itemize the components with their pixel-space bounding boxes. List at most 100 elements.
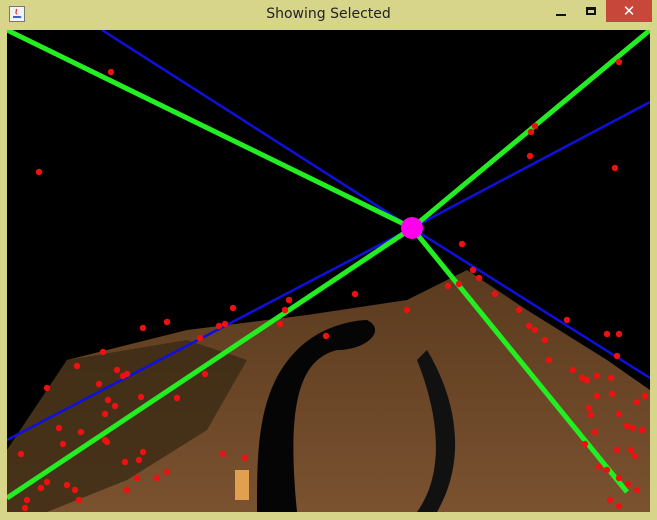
feature-point xyxy=(43,384,51,392)
image-viewport xyxy=(7,30,650,512)
feature-point xyxy=(35,168,43,176)
feature-point xyxy=(531,326,539,334)
vanishing-point-marker xyxy=(401,217,423,239)
feature-point xyxy=(633,486,641,494)
feature-point xyxy=(403,306,411,314)
green-line xyxy=(7,30,414,231)
feature-point xyxy=(285,296,293,304)
feature-point xyxy=(627,446,635,454)
feature-point xyxy=(103,438,111,446)
feature-point xyxy=(613,446,621,454)
feature-point xyxy=(541,336,549,344)
feature-point xyxy=(322,332,330,340)
feature-point xyxy=(77,428,85,436)
feature-point xyxy=(153,474,161,482)
feature-point xyxy=(104,396,112,404)
feature-point xyxy=(525,322,533,330)
feature-point xyxy=(545,356,553,364)
feature-point xyxy=(527,128,535,136)
feature-point xyxy=(569,366,577,374)
feature-point xyxy=(631,452,639,460)
minimize-icon xyxy=(556,14,566,16)
feature-point xyxy=(583,376,591,384)
feature-point xyxy=(593,372,601,380)
feature-point xyxy=(55,424,63,432)
feature-point xyxy=(623,422,631,430)
feature-point xyxy=(71,486,79,494)
feature-point xyxy=(613,352,621,360)
feature-point xyxy=(585,404,593,412)
feature-point xyxy=(515,306,523,314)
close-button[interactable]: ✕ xyxy=(606,0,652,22)
feature-point xyxy=(107,68,115,76)
feature-point xyxy=(444,282,452,290)
feature-point xyxy=(163,318,171,326)
feature-point xyxy=(629,424,637,432)
feature-point xyxy=(615,58,623,66)
feature-point xyxy=(221,320,229,328)
feature-point xyxy=(23,496,31,504)
feature-point xyxy=(593,392,601,400)
feature-point xyxy=(113,366,121,374)
feature-point xyxy=(469,266,477,274)
feature-point xyxy=(63,481,71,489)
maximize-button[interactable] xyxy=(577,0,605,22)
feature-point xyxy=(603,466,611,474)
feature-point xyxy=(73,362,81,370)
feature-point xyxy=(607,374,615,382)
feature-point xyxy=(17,450,25,458)
feature-point xyxy=(603,330,611,338)
feature-point xyxy=(563,316,571,324)
feature-point xyxy=(173,394,181,402)
feature-point xyxy=(121,458,129,466)
feature-point xyxy=(137,393,145,401)
feature-point xyxy=(595,463,603,471)
feature-point xyxy=(591,428,599,436)
feature-point xyxy=(633,398,641,406)
feature-point xyxy=(133,474,141,482)
feature-point xyxy=(491,290,499,298)
feature-point xyxy=(606,496,614,504)
feature-point xyxy=(43,478,51,486)
feature-point xyxy=(123,486,131,494)
feature-point xyxy=(581,440,589,448)
scene-canvas xyxy=(7,30,650,512)
feature-point xyxy=(526,152,534,160)
feature-point xyxy=(455,280,463,288)
feature-point xyxy=(531,122,539,130)
maximize-icon xyxy=(586,7,596,15)
feature-point xyxy=(608,390,616,398)
feature-point xyxy=(241,454,249,462)
app-window: Showing Selected ✕ xyxy=(0,0,657,520)
feature-point xyxy=(615,474,623,482)
feature-point xyxy=(229,304,237,312)
close-icon: ✕ xyxy=(622,2,636,20)
feature-point xyxy=(615,502,623,510)
feature-point xyxy=(135,456,143,464)
feature-point xyxy=(458,240,466,248)
feature-point xyxy=(59,440,67,448)
feature-point xyxy=(638,426,646,434)
feature-point xyxy=(37,484,45,492)
blue-line xyxy=(101,30,413,230)
feature-point xyxy=(21,504,29,512)
feature-point xyxy=(99,348,107,356)
feature-point xyxy=(276,320,284,328)
feature-point xyxy=(201,370,209,378)
feature-point xyxy=(219,450,227,458)
feature-point xyxy=(111,402,119,410)
terrain-image xyxy=(7,270,650,512)
feature-point xyxy=(139,448,147,456)
minimize-button[interactable] xyxy=(547,0,575,22)
feature-point xyxy=(139,324,147,332)
bright-object xyxy=(235,470,249,500)
feature-point xyxy=(119,372,127,380)
feature-point xyxy=(163,468,171,476)
title-bar[interactable]: Showing Selected ✕ xyxy=(0,0,657,30)
feature-point xyxy=(215,322,223,330)
feature-point xyxy=(351,290,359,298)
feature-point xyxy=(95,380,103,388)
vanishing-point xyxy=(401,217,423,239)
feature-point xyxy=(641,392,649,400)
feature-point xyxy=(615,410,623,418)
